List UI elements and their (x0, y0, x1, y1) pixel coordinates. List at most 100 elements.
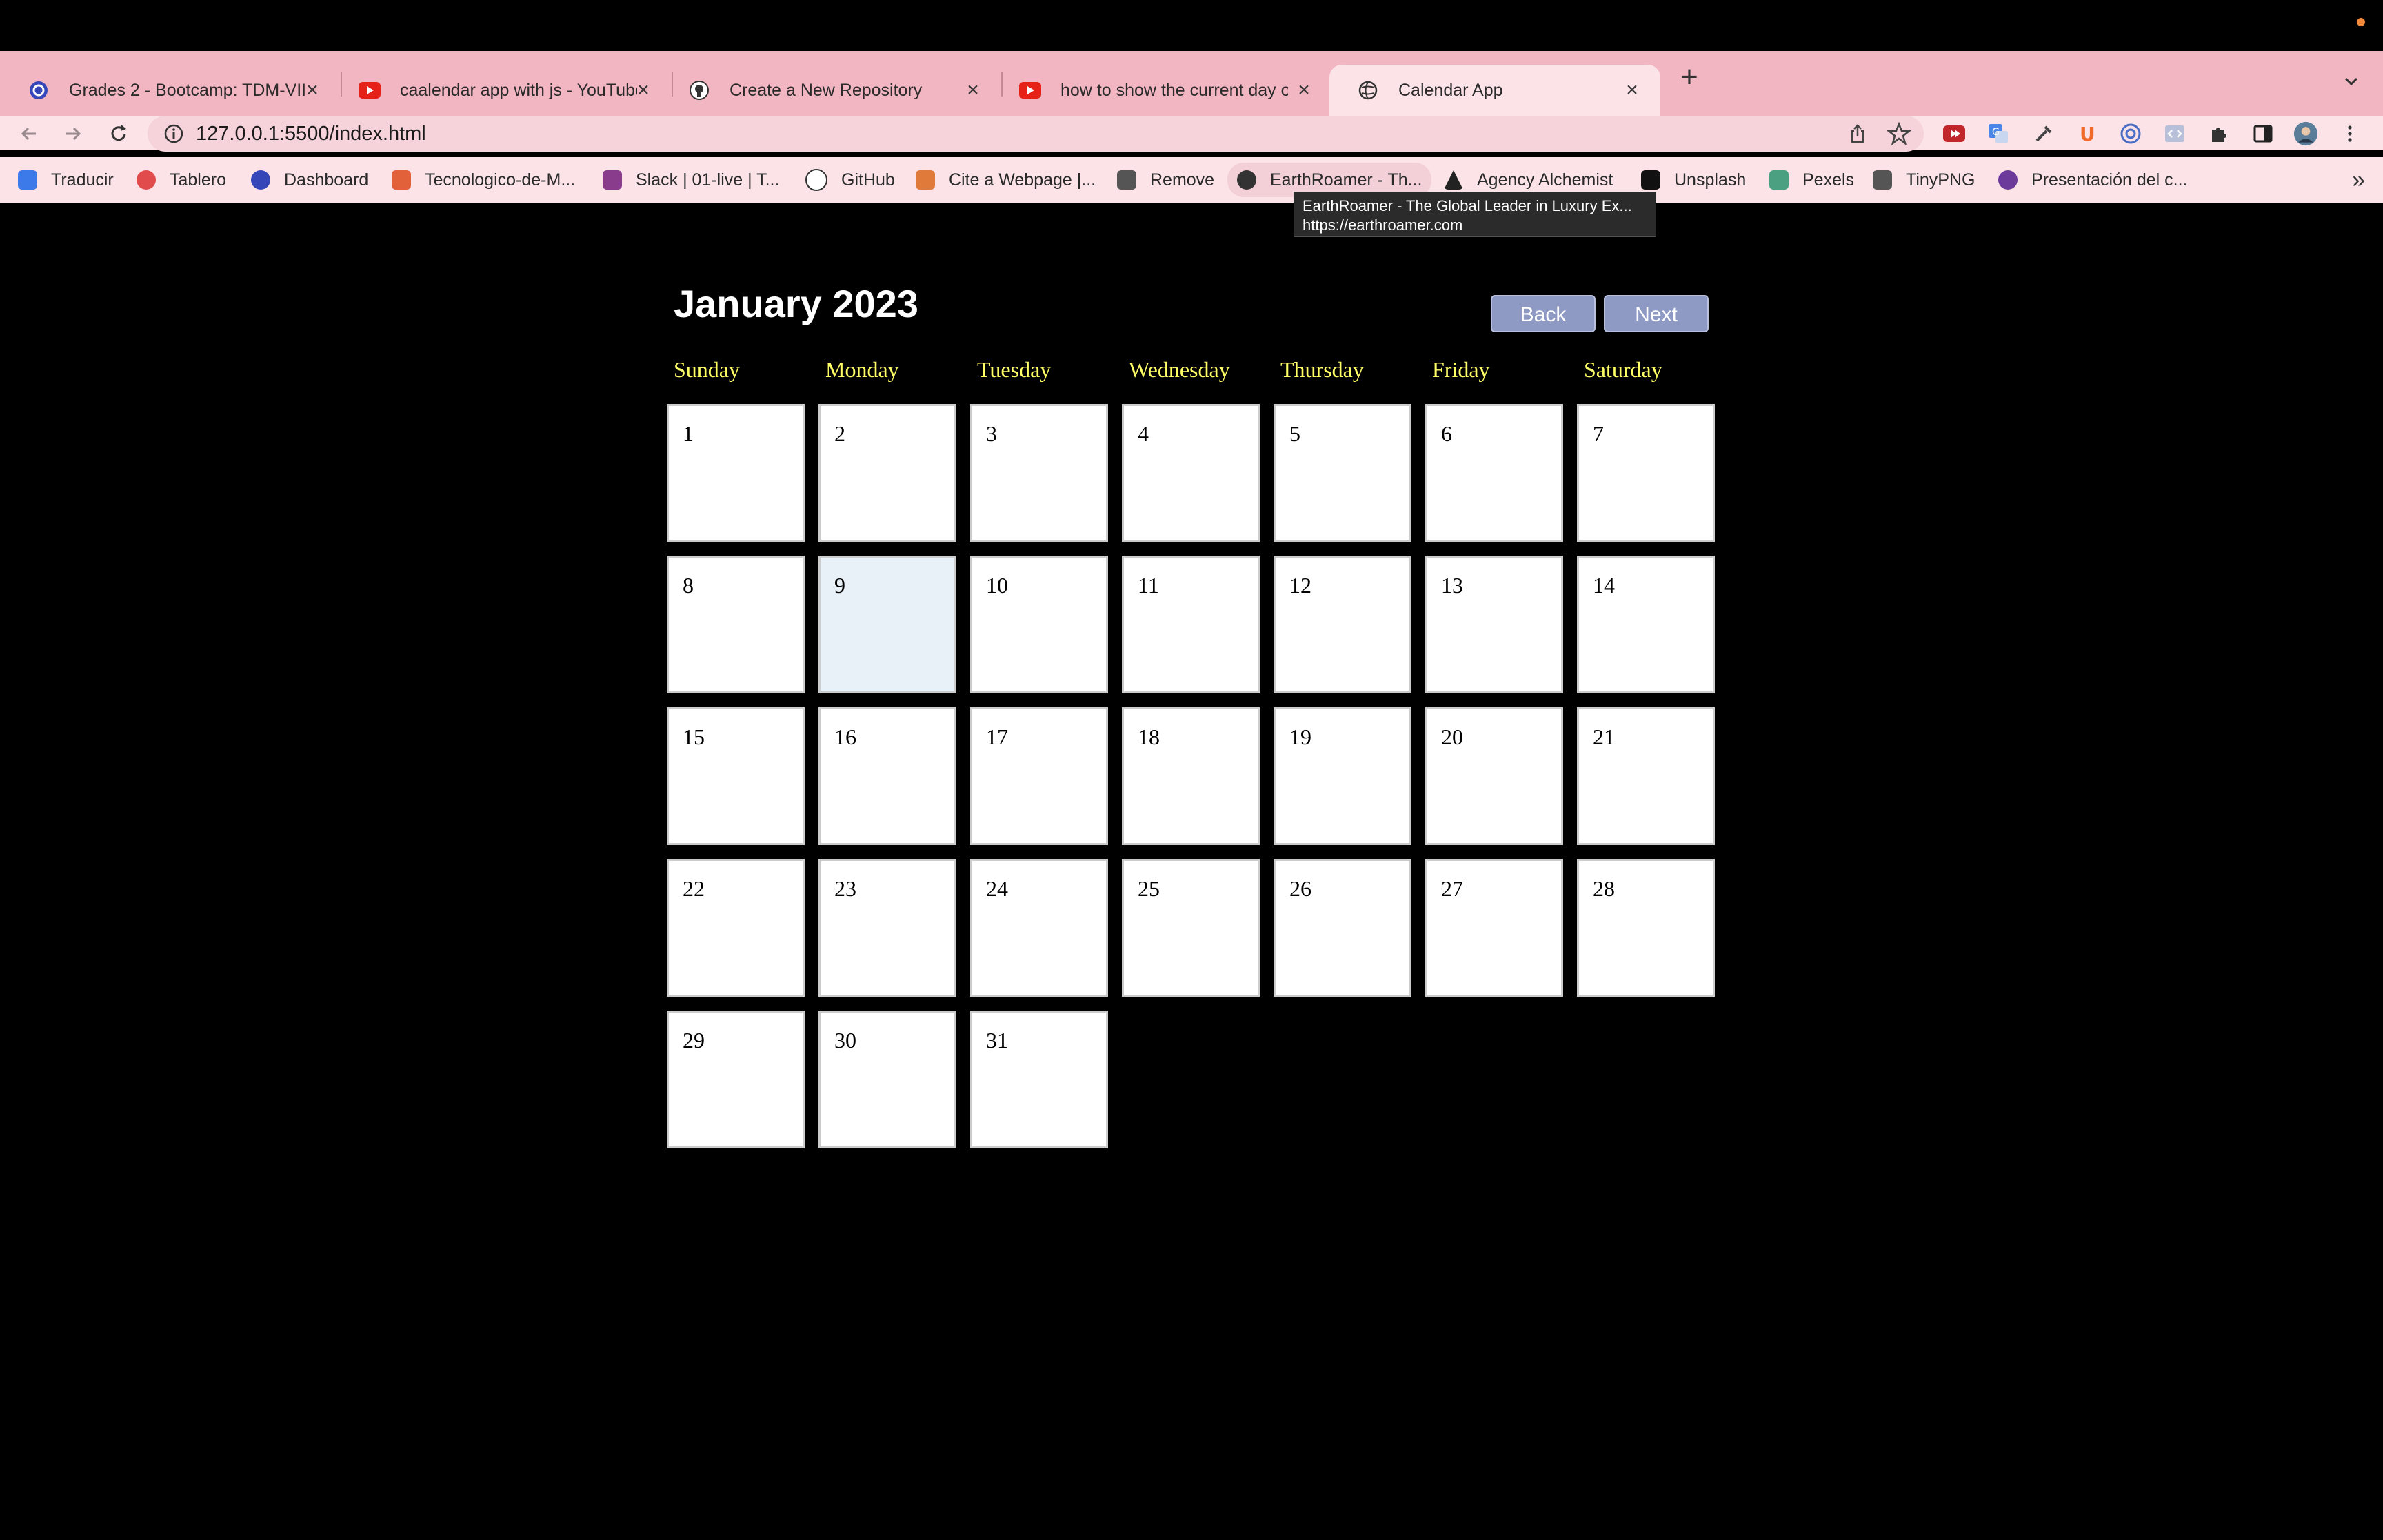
day-cell[interactable]: 19 (1274, 707, 1411, 845)
extensions-puzzle-icon[interactable] (2206, 121, 2231, 146)
day-cell[interactable]: 22 (667, 859, 805, 997)
day-cell[interactable]: 23 (818, 859, 956, 997)
bookmark-label: GitHub (841, 170, 895, 190)
day-cell[interactable]: 10 (970, 556, 1108, 693)
bookmark-traducir[interactable]: Traducir (18, 163, 114, 197)
day-cell[interactable]: 18 (1122, 707, 1260, 845)
close-tab-icon[interactable]: × (632, 79, 655, 102)
day-cell[interactable]: 27 (1425, 859, 1563, 997)
day-number: 5 (1289, 421, 1300, 446)
tablero-icon (137, 170, 156, 190)
day-cell[interactable]: 5 (1274, 404, 1411, 542)
share-icon[interactable] (1847, 123, 1869, 145)
day-cell-today[interactable]: 9 (818, 556, 956, 693)
bookmark-presentacion[interactable]: Presentación del c... (1998, 163, 2188, 197)
day-cell[interactable]: 16 (818, 707, 956, 845)
weekday-friday: Friday (1432, 357, 1490, 382)
day-number: 17 (986, 725, 1008, 749)
translate-icon (18, 170, 37, 190)
close-tab-icon[interactable]: × (301, 79, 324, 102)
new-tab-icon[interactable]: + (1674, 62, 1705, 94)
code-extension-icon[interactable] (2162, 121, 2187, 146)
close-tab-icon[interactable]: × (1620, 79, 1644, 102)
day-cell[interactable]: 21 (1577, 707, 1715, 845)
pexels-icon (1769, 170, 1789, 190)
bookmark-tinypng[interactable]: TinyPNG (1873, 163, 1975, 197)
day-cell[interactable]: 4 (1122, 404, 1260, 542)
next-button[interactable]: Next (1604, 295, 1709, 332)
bookmark-label: EarthRoamer - Th... (1270, 170, 1422, 190)
day-cell[interactable]: 12 (1274, 556, 1411, 693)
day-cell[interactable]: 25 (1122, 859, 1260, 997)
day-cell[interactable]: 1 (667, 404, 805, 542)
tab-create-repository[interactable]: Create a New Repository × (661, 65, 1001, 116)
bookmark-star-icon[interactable] (1886, 121, 1912, 146)
bookmark-dashboard[interactable]: Dashboard (251, 163, 368, 197)
day-cell[interactable]: 26 (1274, 859, 1411, 997)
day-cell[interactable]: 6 (1425, 404, 1563, 542)
day-cell[interactable]: 14 (1577, 556, 1715, 693)
browser-menu-icon[interactable] (2337, 121, 2362, 146)
address-bar[interactable]: 127.0.0.1:5500/index.html (148, 116, 1924, 152)
day-cell[interactable]: 13 (1425, 556, 1563, 693)
back-button[interactable]: Back (1491, 295, 1596, 332)
tab-title: Grades 2 - Bootcamp: TDM-VII (69, 80, 306, 100)
recording-indicator-icon (2357, 18, 2365, 26)
more-bookmarks-icon[interactable]: » (2352, 167, 2365, 194)
youtube-extension-icon[interactable] (1942, 121, 1967, 146)
day-number: 9 (834, 573, 845, 598)
translate-extension-icon[interactable]: G (1986, 121, 2011, 146)
back-arrow-icon[interactable] (15, 120, 43, 148)
bookmark-label: Unsplash (1674, 170, 1747, 190)
bookmark-slack[interactable]: Slack | 01-live | T... (603, 163, 779, 197)
day-cell[interactable]: 17 (970, 707, 1108, 845)
tab-grades[interactable]: Grades 2 - Bootcamp: TDM-VII × (0, 65, 341, 116)
day-cell[interactable]: 7 (1577, 404, 1715, 542)
day-cell[interactable]: 30 (818, 1011, 956, 1148)
day-number: 20 (1441, 725, 1463, 749)
tab-search-chevron-icon[interactable] (2340, 70, 2362, 92)
github-icon (805, 169, 827, 191)
day-cell[interactable]: 11 (1122, 556, 1260, 693)
bookmark-github[interactable]: GitHub (805, 163, 895, 197)
eyedropper-extension-icon[interactable] (2031, 121, 2056, 146)
bookmark-tooltip: EarthRoamer - The Global Leader in Luxur… (1294, 192, 1656, 237)
close-tab-icon[interactable]: × (1292, 79, 1316, 102)
day-cell[interactable]: 28 (1577, 859, 1715, 997)
profile-avatar[interactable] (2293, 121, 2318, 146)
tab-calendar-app[interactable]: Calendar App × (1329, 65, 1660, 116)
bookmark-unsplash[interactable]: Unsplash (1641, 163, 1746, 197)
day-cell[interactable]: 15 (667, 707, 805, 845)
youtube-icon (359, 79, 381, 101)
bookmark-cite-webpage[interactable]: Cite a Webpage |... (916, 163, 1096, 197)
bookmark-remove[interactable]: Remove (1117, 163, 1214, 197)
day-cell[interactable]: 8 (667, 556, 805, 693)
github-icon (688, 79, 710, 101)
forward-arrow-icon[interactable] (59, 120, 87, 148)
weekday-monday: Monday (825, 357, 899, 382)
tab-youtube-calendar[interactable]: caalendar app with js - YouTube × (331, 65, 672, 116)
bookmark-tablero[interactable]: Tablero (137, 163, 226, 197)
site-info-icon[interactable] (163, 123, 185, 145)
colorzilla-extension-icon[interactable] (2118, 121, 2143, 146)
bookmark-pexels[interactable]: Pexels (1769, 163, 1854, 197)
close-tab-icon[interactable]: × (961, 79, 985, 102)
day-cell[interactable]: 24 (970, 859, 1108, 997)
day-cell[interactable]: 3 (970, 404, 1108, 542)
day-cell[interactable]: 20 (1425, 707, 1563, 845)
side-panel-icon[interactable] (2251, 121, 2275, 146)
ublock-extension-icon[interactable]: U (2074, 121, 2099, 146)
svg-text:U: U (2080, 123, 2095, 145)
tab-strip: Grades 2 - Bootcamp: TDM-VII × caalendar… (0, 51, 2383, 116)
day-cell[interactable]: 2 (818, 404, 956, 542)
tooltip-url: https://earthroamer.com (1303, 216, 1463, 234)
day-cell[interactable]: 31 (970, 1011, 1108, 1148)
day-cell[interactable]: 29 (667, 1011, 805, 1148)
bookmark-tecnologico[interactable]: Tecnologico-de-M... (392, 163, 575, 197)
day-number: 15 (683, 725, 705, 749)
grades-icon (28, 79, 50, 101)
tab-youtube-current-day[interactable]: how to show the current day on × (992, 65, 1332, 116)
reload-icon[interactable] (105, 120, 132, 148)
day-number: 23 (834, 876, 856, 901)
day-number: 6 (1441, 421, 1452, 446)
